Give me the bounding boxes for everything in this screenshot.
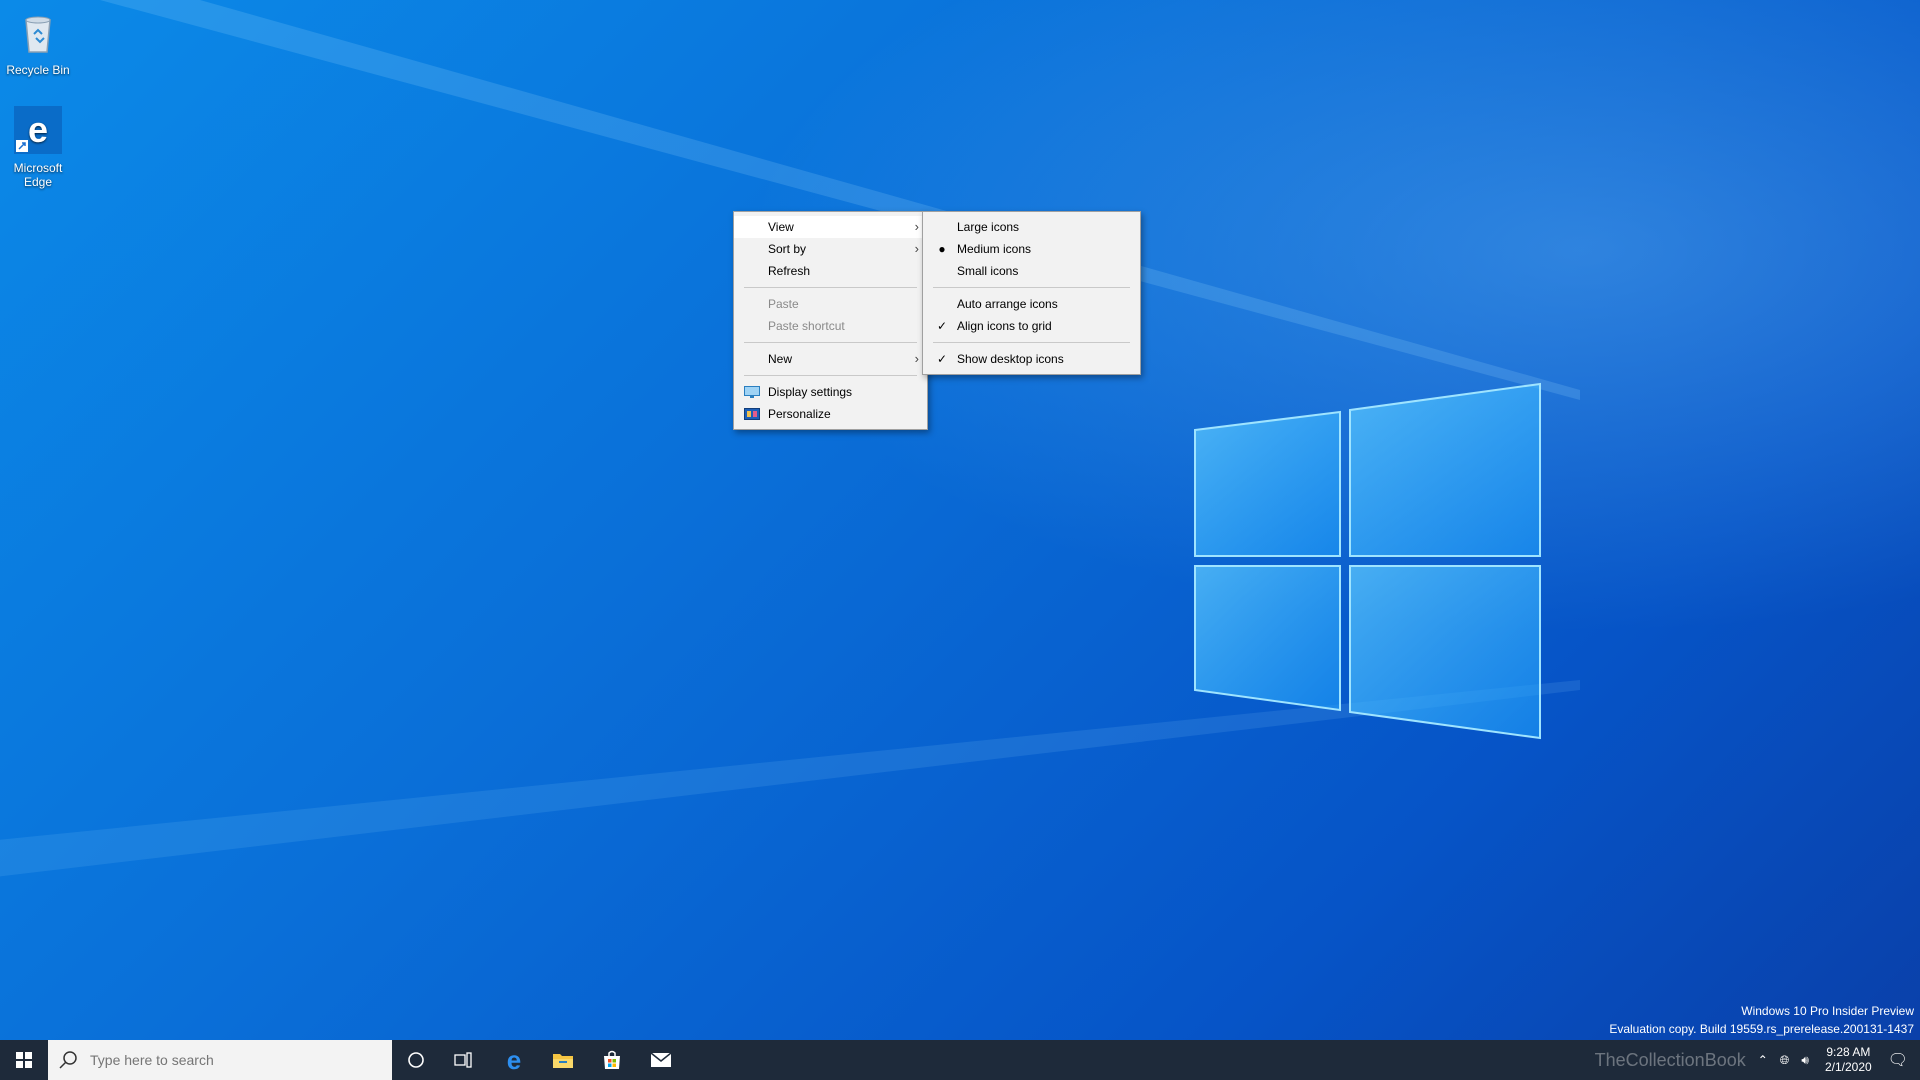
desktop[interactable]: Recycle Bin e Microsoft Edge View › Sort… [0,0,1920,1040]
checkmark-icon: ✓ [936,352,948,366]
menu-item-show-desktop-icons[interactable]: ✓ Show desktop icons [923,348,1140,370]
cortana-button[interactable] [392,1040,440,1080]
menu-item-auto-arrange-icons[interactable]: Auto arrange icons [923,293,1140,315]
evaluation-watermark: Windows 10 Pro Insider Preview Evaluatio… [1609,1002,1914,1038]
edge-icon: e [506,1044,522,1075]
menu-item-medium-icons[interactable]: ● Medium icons [923,238,1140,260]
menu-item-view[interactable]: View › [734,216,927,238]
mail-icon [650,1052,672,1067]
menu-item-paste[interactable]: Paste [734,293,927,315]
taskbar-search-box[interactable] [48,1040,392,1080]
menu-separator [744,287,917,288]
menu-item-label: Refresh [768,264,811,278]
menu-item-large-icons[interactable]: Large icons [923,216,1140,238]
menu-separator [933,287,1130,288]
menu-item-small-icons[interactable]: Small icons [923,260,1140,282]
recycle-bin-icon [25,16,51,53]
action-center-icon[interactable]: 🗨︎ [1882,1050,1920,1070]
windows-logo-wallpaper [1194,382,1541,740]
clock-date: 2/1/2020 [1824,1060,1872,1074]
menu-item-personalize[interactable]: Personalize [734,403,927,425]
chevron-right-icon: › [914,241,919,256]
view-submenu: Large icons ● Medium icons Small icons A… [922,211,1141,375]
desktop-context-menu: View › Sort by › Refresh Paste Paste sho… [733,211,928,430]
store-icon [604,1050,620,1069]
bullet-icon: ● [938,242,946,256]
menu-item-align-icons-to-grid[interactable]: ✓ Align icons to grid [923,315,1140,337]
task-view-icon [454,1052,472,1068]
clock-time: 9:28 AM [1826,1045,1871,1059]
menu-item-label: Align icons to grid [957,319,1052,333]
watermark-build: Evaluation copy. Build 19559.rs_prerelea… [1609,1022,1914,1036]
menu-item-label: Paste [768,297,799,311]
windows-start-icon [16,1052,32,1068]
chevron-right-icon: › [914,219,919,234]
checkmark-icon: ✓ [936,319,948,333]
watermark-edition: Windows 10 Pro Insider Preview [1741,1004,1914,1018]
taskbar-file-explorer-button[interactable] [539,1040,587,1080]
taskbar-clock[interactable]: 9:28 AM 2/1/2020 [1815,1045,1882,1075]
personalize-icon [744,408,760,420]
chevron-right-icon: › [914,351,919,366]
menu-item-label: Auto arrange icons [957,297,1058,311]
taskbar-mail-button[interactable] [637,1040,685,1080]
menu-item-label: New [768,352,793,366]
task-view-button[interactable] [440,1040,488,1080]
desktop-icon-recycle-bin[interactable]: Recycle Bin [0,8,76,77]
search-input[interactable] [88,1051,382,1069]
menu-separator [744,375,917,376]
watermark-brand: TheCollectionBook [1594,1049,1746,1070]
desktop-icon-label: Microsoft Edge [13,161,63,189]
menu-item-label: Large icons [957,220,1020,234]
svg-text:e: e [28,109,48,150]
search-icon [59,1051,77,1069]
taskbar: e TheCollectionBook ⌃ 🌐︎ 🔊︎ 9:28 AM 2/1/… [0,1040,1920,1080]
display-settings-icon [744,386,760,398]
start-button[interactable] [0,1040,48,1080]
wallpaper-light-beams [0,0,1580,877]
menu-separator [933,342,1130,343]
edge-icon: e [14,106,62,154]
volume-icon[interactable]: 🔊︎ [1795,1053,1815,1068]
menu-item-label: Medium icons [957,242,1032,256]
file-explorer-icon [553,1054,573,1068]
menu-item-label: Display settings [768,385,853,399]
menu-separator [744,342,917,343]
network-icon[interactable]: 🌐︎ [1774,1053,1796,1068]
desktop-icon-label: Recycle Bin [6,63,70,77]
menu-item-label: View [768,220,794,234]
menu-item-display-settings[interactable]: Display settings [734,381,927,403]
menu-item-label: Personalize [768,407,831,421]
system-tray: TheCollectionBook ⌃ 🌐︎ 🔊︎ 9:28 AM 2/1/20… [1595,1040,1920,1080]
taskbar-edge-button[interactable]: e [490,1040,538,1080]
menu-item-new[interactable]: New › [734,348,927,370]
menu-item-label: Show desktop icons [957,352,1064,366]
menu-item-paste-shortcut[interactable]: Paste shortcut [734,315,927,337]
menu-item-label: Paste shortcut [768,319,845,333]
menu-item-sort-by[interactable]: Sort by › [734,238,927,260]
menu-item-label: Sort by [768,242,807,256]
menu-item-refresh[interactable]: Refresh [734,260,927,282]
chevron-up-icon[interactable]: ⌃ [1752,1053,1774,1067]
taskbar-store-button[interactable] [588,1040,636,1080]
cortana-icon [408,1052,424,1068]
desktop-icon-microsoft-edge[interactable]: e Microsoft Edge [0,106,76,189]
menu-item-label: Small icons [957,264,1019,278]
